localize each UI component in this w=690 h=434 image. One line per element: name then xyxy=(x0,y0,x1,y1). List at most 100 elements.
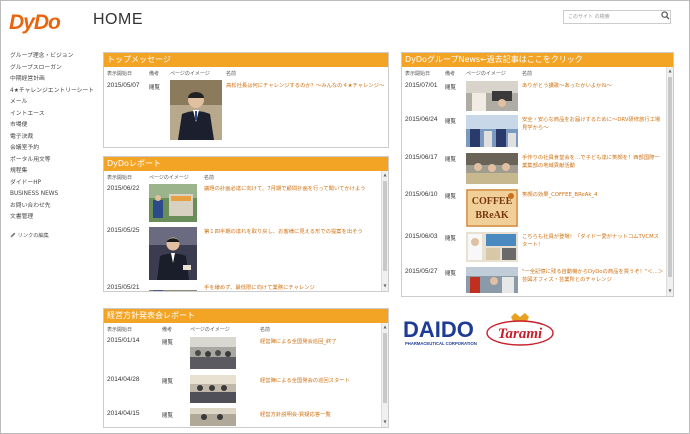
scrollbar[interactable]: ▲ ▼ xyxy=(381,171,388,291)
dydo-logo[interactable]: DyDo xyxy=(9,11,79,34)
daido-logo[interactable]: DAIDO PHARMACEUTICAL CORPORATION xyxy=(403,317,477,346)
thumbnail-coffee-break[interactable]: COFFEE BReAK xyxy=(466,189,518,227)
dydo-report-panel: DyDoレポート 表示開始日 ページのイメージ 名前 2015/06/22 議題… xyxy=(103,156,389,292)
group-news-panel: DyDoグループNews←過去記事はここをクリック 表示開始日 備考 ページのイ… xyxy=(401,52,674,297)
sidebar-item-documents[interactable]: 文書管理 xyxy=(10,212,95,224)
search-icon[interactable] xyxy=(661,11,671,23)
row-title-link[interactable]: "一全記憶に残る自動機からDyDoの商品を買うぞ！"＜…＞芸図オフィス・芸業所と… xyxy=(522,268,664,284)
sidebar-item-portal-docs[interactable]: ポータル用文等 xyxy=(10,155,95,167)
thumbnail-report-3[interactable] xyxy=(149,283,197,291)
thumbnail-policy-3[interactable] xyxy=(190,408,236,426)
sidebar-item-midterm-plan[interactable]: 中期経営計画 xyxy=(10,74,95,86)
column-image: ページのイメージ xyxy=(170,71,210,77)
panel-title[interactable]: 経営方針発表会レポート xyxy=(104,309,388,323)
thumbnail-news-2[interactable] xyxy=(466,115,518,147)
scroll-down-icon[interactable]: ▼ xyxy=(667,288,673,294)
edit-links-link[interactable]: リンクの編集 xyxy=(10,232,95,239)
row-title-link[interactable]: 経営陣による全国発会巡回_終了 xyxy=(260,338,378,346)
panel-title[interactable]: トップメッセージ xyxy=(104,53,388,67)
row-title-link[interactable]: 手を緩めず、最低限に向けて業務にチャレンジ xyxy=(204,284,376,292)
column-name: 名前 xyxy=(204,175,215,181)
row-date: 2014/04/15 xyxy=(107,410,140,417)
thumbnail-news-5[interactable] xyxy=(466,232,518,262)
sidebar-item-contact[interactable]: お問い合わせ先 xyxy=(10,201,95,213)
search-input[interactable]: このサイト の検索 xyxy=(563,10,671,24)
sidebar-item-intoace[interactable]: イントエース xyxy=(10,109,95,121)
row-title-link[interactable]: 経営方針説明会-質疑応答一覧 xyxy=(260,411,378,419)
sidebar-item-market[interactable]: 市場便 xyxy=(10,120,95,132)
svg-text:BReAK: BReAK xyxy=(475,210,509,221)
policy-report-panel: 経営方針発表会レポート 表示開始日 備考 ページのイメージ 名前 2015/01… xyxy=(103,308,389,428)
row-title-link[interactable]: 安全・安心な商品をお届けするために～DRV研修旅行工場見学から～ xyxy=(522,116,664,132)
daido-logo-text: DAIDO xyxy=(403,317,474,342)
scroll-up-icon[interactable]: ▲ xyxy=(382,324,388,330)
sidebar-item-slogan[interactable]: グループスローガン xyxy=(10,63,95,75)
row-date: 2015/05/21 xyxy=(107,284,140,291)
sidebar-item-room-booking[interactable]: 会議室予約 xyxy=(10,143,95,155)
column-note: 備考 xyxy=(149,71,160,77)
row-date: 2015/06/10 xyxy=(405,191,438,198)
thumbnail-news-3[interactable] xyxy=(466,153,518,184)
row-date: 2014/04/28 xyxy=(107,376,140,383)
row-title-link[interactable]: 笑顔の効果_COFFEE_BReAk_4 xyxy=(522,191,664,199)
sidebar-item-challenge-sheet[interactable]: 4★チャレンジエントリーシート xyxy=(10,86,95,98)
row-title-link[interactable]: 手作りの社員食堂会を…で子ども達に笑顔を！西部国際一業集部の地域貢献活動 xyxy=(522,154,664,170)
top-message-panel: トップメッセージ 表示開始日 備考 ページのイメージ 名前 2015/05/07… xyxy=(103,52,389,148)
sidebar-item-business-news[interactable]: BUSINESS NEWS xyxy=(10,189,95,201)
thumbnail-news-6[interactable] xyxy=(466,267,518,293)
row-date: 2015/05/25 xyxy=(107,227,140,234)
thumbnail-president[interactable] xyxy=(170,80,222,140)
page-title: HOME xyxy=(93,11,143,28)
column-image: ページのイメージ xyxy=(149,175,189,181)
sidebar-nav: グループ理念・ビジョン グループスローガン 中期経営計画 4★チャレンジエントリ… xyxy=(10,51,95,239)
tarami-logo-text: Tarami xyxy=(497,326,543,342)
scrollbar[interactable]: ▲ ▼ xyxy=(666,67,673,296)
row-date: 2015/07/01 xyxy=(405,82,438,89)
column-name: 名前 xyxy=(260,327,271,333)
scroll-up-icon[interactable]: ▲ xyxy=(667,68,673,74)
row-title-link[interactable]: 高松社長は何にチャレンジするのか？～みんなの４★チャレンジ～ xyxy=(226,82,388,90)
thumbnail-report-2[interactable] xyxy=(149,227,197,280)
thumbnail-policy-1[interactable] xyxy=(190,337,236,369)
row-date: 2015/05/07 xyxy=(107,82,140,89)
thumbnail-policy-2[interactable] xyxy=(190,375,236,403)
row-title-link[interactable]: 第１四半期の達れを取り戻し、お客様に見える形での提案を出そう xyxy=(204,228,376,236)
row-note: 閲覧 xyxy=(445,157,457,163)
row-title-link[interactable]: こちらも社員が登場！「ダイドー愛がナットコムTVCMスタート！ xyxy=(522,233,664,249)
column-date: 表示開始日 xyxy=(107,175,133,181)
row-date: 2015/06/22 xyxy=(107,185,140,192)
row-note: 閲覧 xyxy=(445,194,457,200)
scroll-down-icon[interactable]: ▼ xyxy=(382,283,388,289)
thumbnail-report-1[interactable] xyxy=(149,184,197,222)
row-note: 閲覧 xyxy=(162,340,174,346)
sidebar-item-e-approval[interactable]: 電子決裁 xyxy=(10,132,95,144)
sidebar-item-dydo-hp[interactable]: ダイドーHP xyxy=(10,178,95,190)
scroll-down-icon[interactable]: ▼ xyxy=(382,419,388,425)
sidebar-item-mail[interactable]: メール xyxy=(10,97,95,109)
scroll-thumb[interactable] xyxy=(383,181,387,271)
sidebar-item-regulations[interactable]: 規程集 xyxy=(10,166,95,178)
row-date: 2015/06/17 xyxy=(405,154,438,161)
scroll-thumb[interactable] xyxy=(383,333,387,403)
sidebar-item-vision[interactable]: グループ理念・ビジョン xyxy=(10,51,95,63)
row-title-link[interactable]: 議題の計画必達に向けて、7月期で顧問計画を行って聞いてかけよう xyxy=(204,185,376,193)
column-note: 備考 xyxy=(445,71,456,77)
column-date: 表示開始日 xyxy=(405,71,431,77)
panel-title[interactable]: DyDoグループNews←過去記事はここをクリック xyxy=(402,53,673,67)
scroll-thumb[interactable] xyxy=(668,77,672,277)
scrollbar[interactable]: ▲ ▼ xyxy=(381,323,388,427)
row-note: 閲覧 xyxy=(445,119,457,125)
row-title-link[interactable]: 経営陣による全国発会の巡回スタート xyxy=(260,377,378,385)
edit-links-label: リンクの編集 xyxy=(17,232,49,239)
panel-title[interactable]: DyDoレポート xyxy=(104,157,388,171)
scroll-up-icon[interactable]: ▲ xyxy=(382,172,388,178)
column-date: 表示開始日 xyxy=(107,327,133,333)
logo-text: DyDo xyxy=(9,11,61,34)
thumbnail-news-1[interactable] xyxy=(466,81,518,111)
column-date: 表示開始日 xyxy=(107,71,133,77)
column-name: 名前 xyxy=(522,71,533,77)
row-title-link[interactable]: ありがとう讃歌～あったかいよかね～ xyxy=(522,82,664,90)
daido-logo-subtext: PHARMACEUTICAL CORPORATION xyxy=(405,341,477,346)
tarami-logo[interactable]: Tarami xyxy=(485,313,555,347)
column-image: ページのイメージ xyxy=(190,327,230,333)
